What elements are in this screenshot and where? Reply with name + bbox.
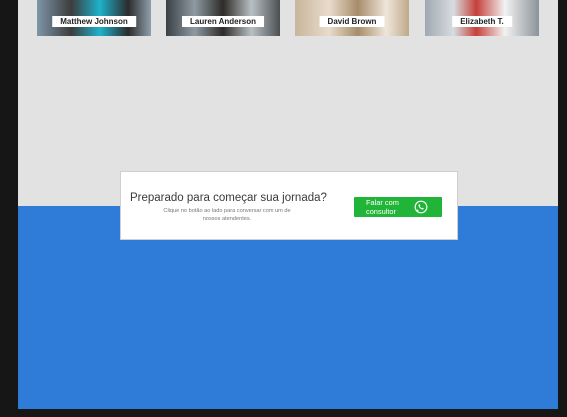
whatsapp-icon [414, 200, 428, 214]
button-label: Falar com consultor [366, 198, 399, 216]
team-member-name: Lauren Anderson [182, 16, 264, 27]
team-card[interactable]: Matthew Johnson [37, 0, 151, 36]
team-member-name: David Brown [319, 16, 385, 27]
talk-to-consultant-button[interactable]: Falar com consultor [354, 197, 442, 217]
team-card[interactable]: Lauren Anderson [166, 0, 280, 36]
team-card[interactable]: Elizabeth T. [425, 0, 539, 36]
team-member-name: Elizabeth T. [452, 16, 512, 27]
cta-title: Preparado para começar sua jornada? [130, 192, 327, 204]
team-card[interactable]: David Brown [295, 0, 409, 36]
cta-subtitle: Clique no botão ao lado para conversar c… [163, 208, 291, 222]
team-member-name: Matthew Johnson [52, 16, 136, 27]
cta-banner: Preparado para começar sua jornada? Cliq… [120, 171, 458, 240]
